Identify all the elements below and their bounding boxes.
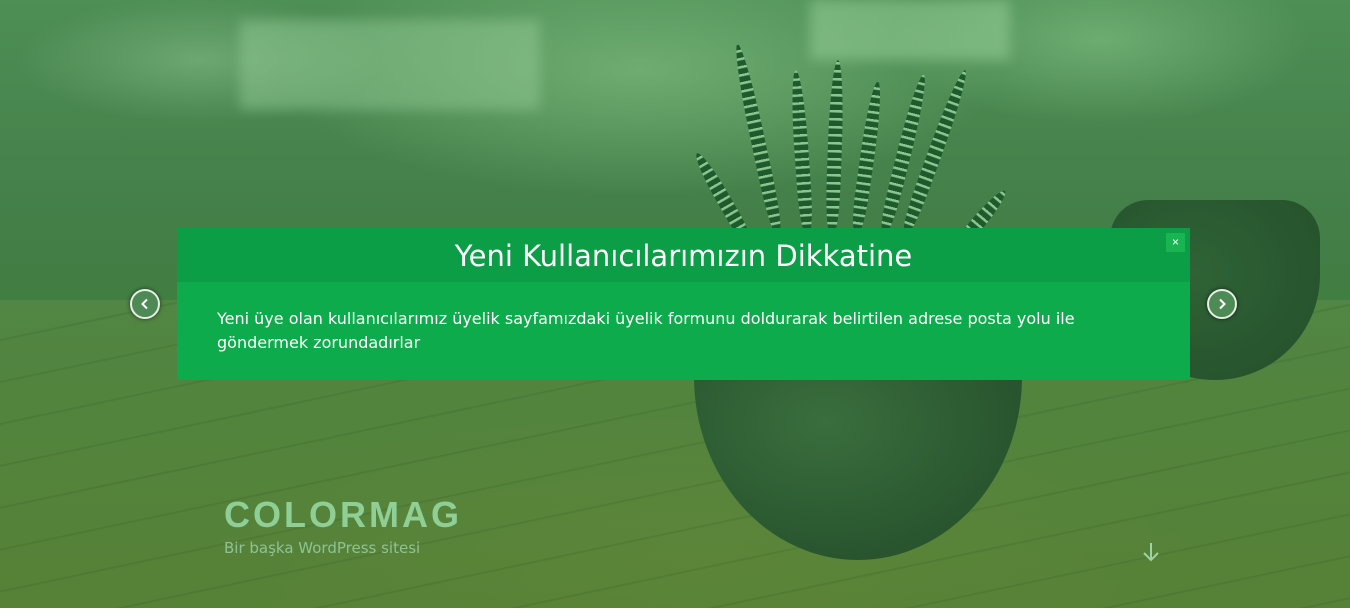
scroll-down-button[interactable] [1140,540,1162,564]
background-window [810,0,1010,60]
site-title[interactable]: COLORMAG [224,494,462,536]
slider-next-button[interactable] [1207,289,1237,319]
modal-body-text: Yeni üye olan kullanıcılarımız üyelik sa… [217,309,1075,352]
announcement-modal: Yeni Kullanıcılarımızın Dikkatine × Yeni… [177,228,1190,380]
slider-prev-button[interactable] [130,289,160,319]
chevron-right-icon [1219,298,1226,310]
background-window [240,20,540,110]
modal-title: Yeni Kullanıcılarımızın Dikkatine [454,239,913,273]
site-tagline: Bir başka WordPress sitesi [224,539,421,557]
chevron-left-icon [141,298,148,310]
plant-leaf [730,42,784,232]
plant-leaf [788,69,814,231]
modal-close-button[interactable]: × [1166,233,1185,252]
modal-header: Yeni Kullanıcılarımızın Dikkatine × [177,228,1190,282]
arrow-down-icon [1143,543,1159,562]
plant-leaf [850,80,885,231]
plant-leaf [878,73,931,232]
plant-leaf [825,59,845,231]
